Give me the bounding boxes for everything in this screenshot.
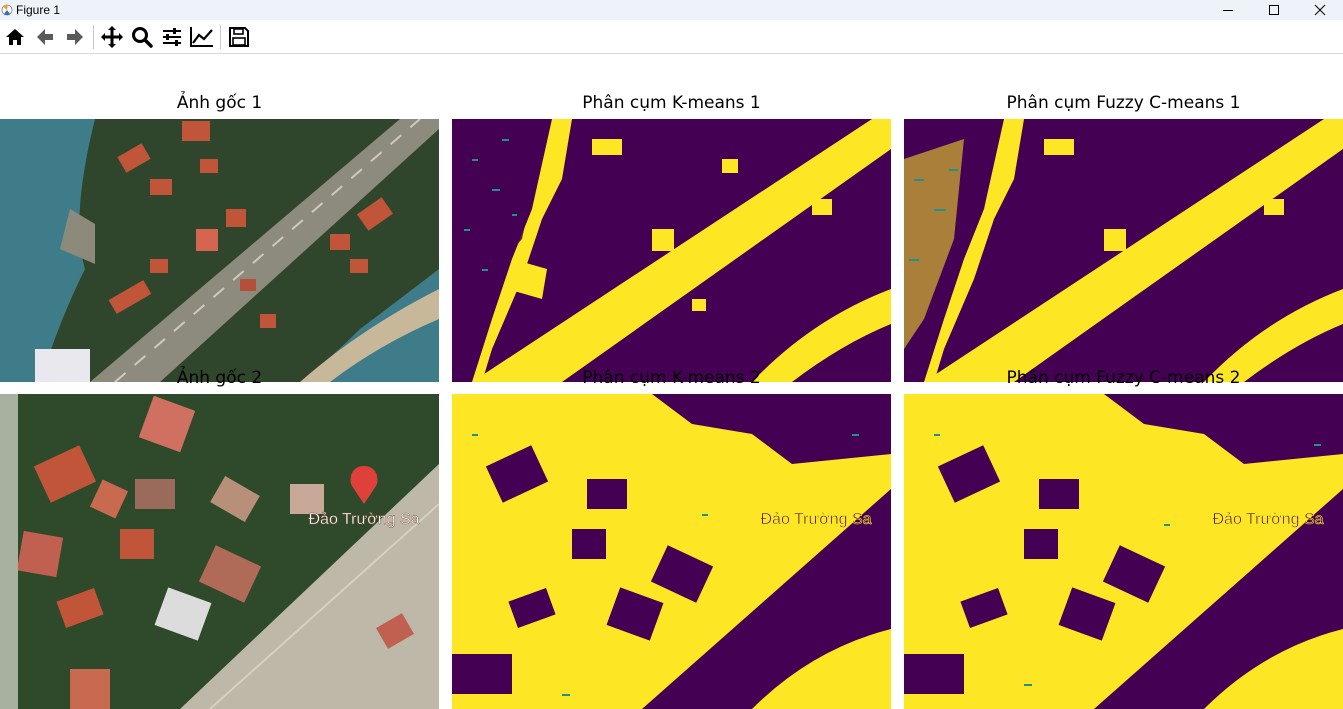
matplotlib-icon	[1, 4, 13, 16]
navigation-toolbar	[0, 20, 1343, 54]
configure-subplots-icon[interactable]	[157, 22, 187, 52]
zoom-magnifier-icon[interactable]	[127, 22, 157, 52]
original-image-2: Đảo Trường Sa	[0, 394, 439, 709]
subplot-title: Phân cụm K-means 2	[582, 368, 761, 388]
kmeans-map-1	[452, 119, 891, 382]
fuzzy-cmeans-map-1	[904, 119, 1343, 382]
map-place-label: Đảo Trường Sa	[308, 511, 419, 528]
subplot-title: Phân cụm K-means 1	[582, 93, 761, 113]
figure-canvas[interactable]: Ảnh gốc 1 Phân cụm K-means 1 Phân cụm Fu…	[0, 55, 1343, 709]
window-titlebar: Figure 1	[0, 0, 1343, 20]
fuzzy-cmeans-map-2: Đảo Trường Sa	[904, 394, 1343, 709]
subplot-title: Ảnh gốc 2	[176, 368, 263, 388]
pan-move-icon[interactable]	[97, 22, 127, 52]
subplot-title: Ảnh gốc 1	[176, 93, 263, 113]
kmeans-map-2: Đảo Trường Sa	[452, 394, 891, 709]
forward-arrow-icon[interactable]	[60, 22, 90, 52]
edit-axis-icon[interactable]	[187, 22, 217, 52]
back-arrow-icon[interactable]	[30, 22, 60, 52]
save-floppy-icon[interactable]	[224, 22, 254, 52]
close-icon[interactable]	[1297, 0, 1343, 20]
map-place-label: Đảo Trường Sa	[760, 511, 871, 528]
map-place-label: Đảo Trường Sa	[1212, 511, 1323, 528]
toolbar-separator	[220, 24, 221, 49]
home-icon[interactable]	[0, 22, 30, 52]
window-title: Figure 1	[16, 3, 61, 17]
toolbar-separator	[93, 24, 94, 49]
subplot-title: Phân cụm Fuzzy C-means 1	[1006, 93, 1241, 113]
subplot-title: Phân cụm Fuzzy C-means 2	[1006, 368, 1241, 388]
maximize-icon[interactable]	[1251, 0, 1297, 20]
minimize-icon[interactable]	[1205, 0, 1251, 20]
window-controls	[1205, 0, 1343, 20]
original-image-1	[0, 119, 439, 382]
